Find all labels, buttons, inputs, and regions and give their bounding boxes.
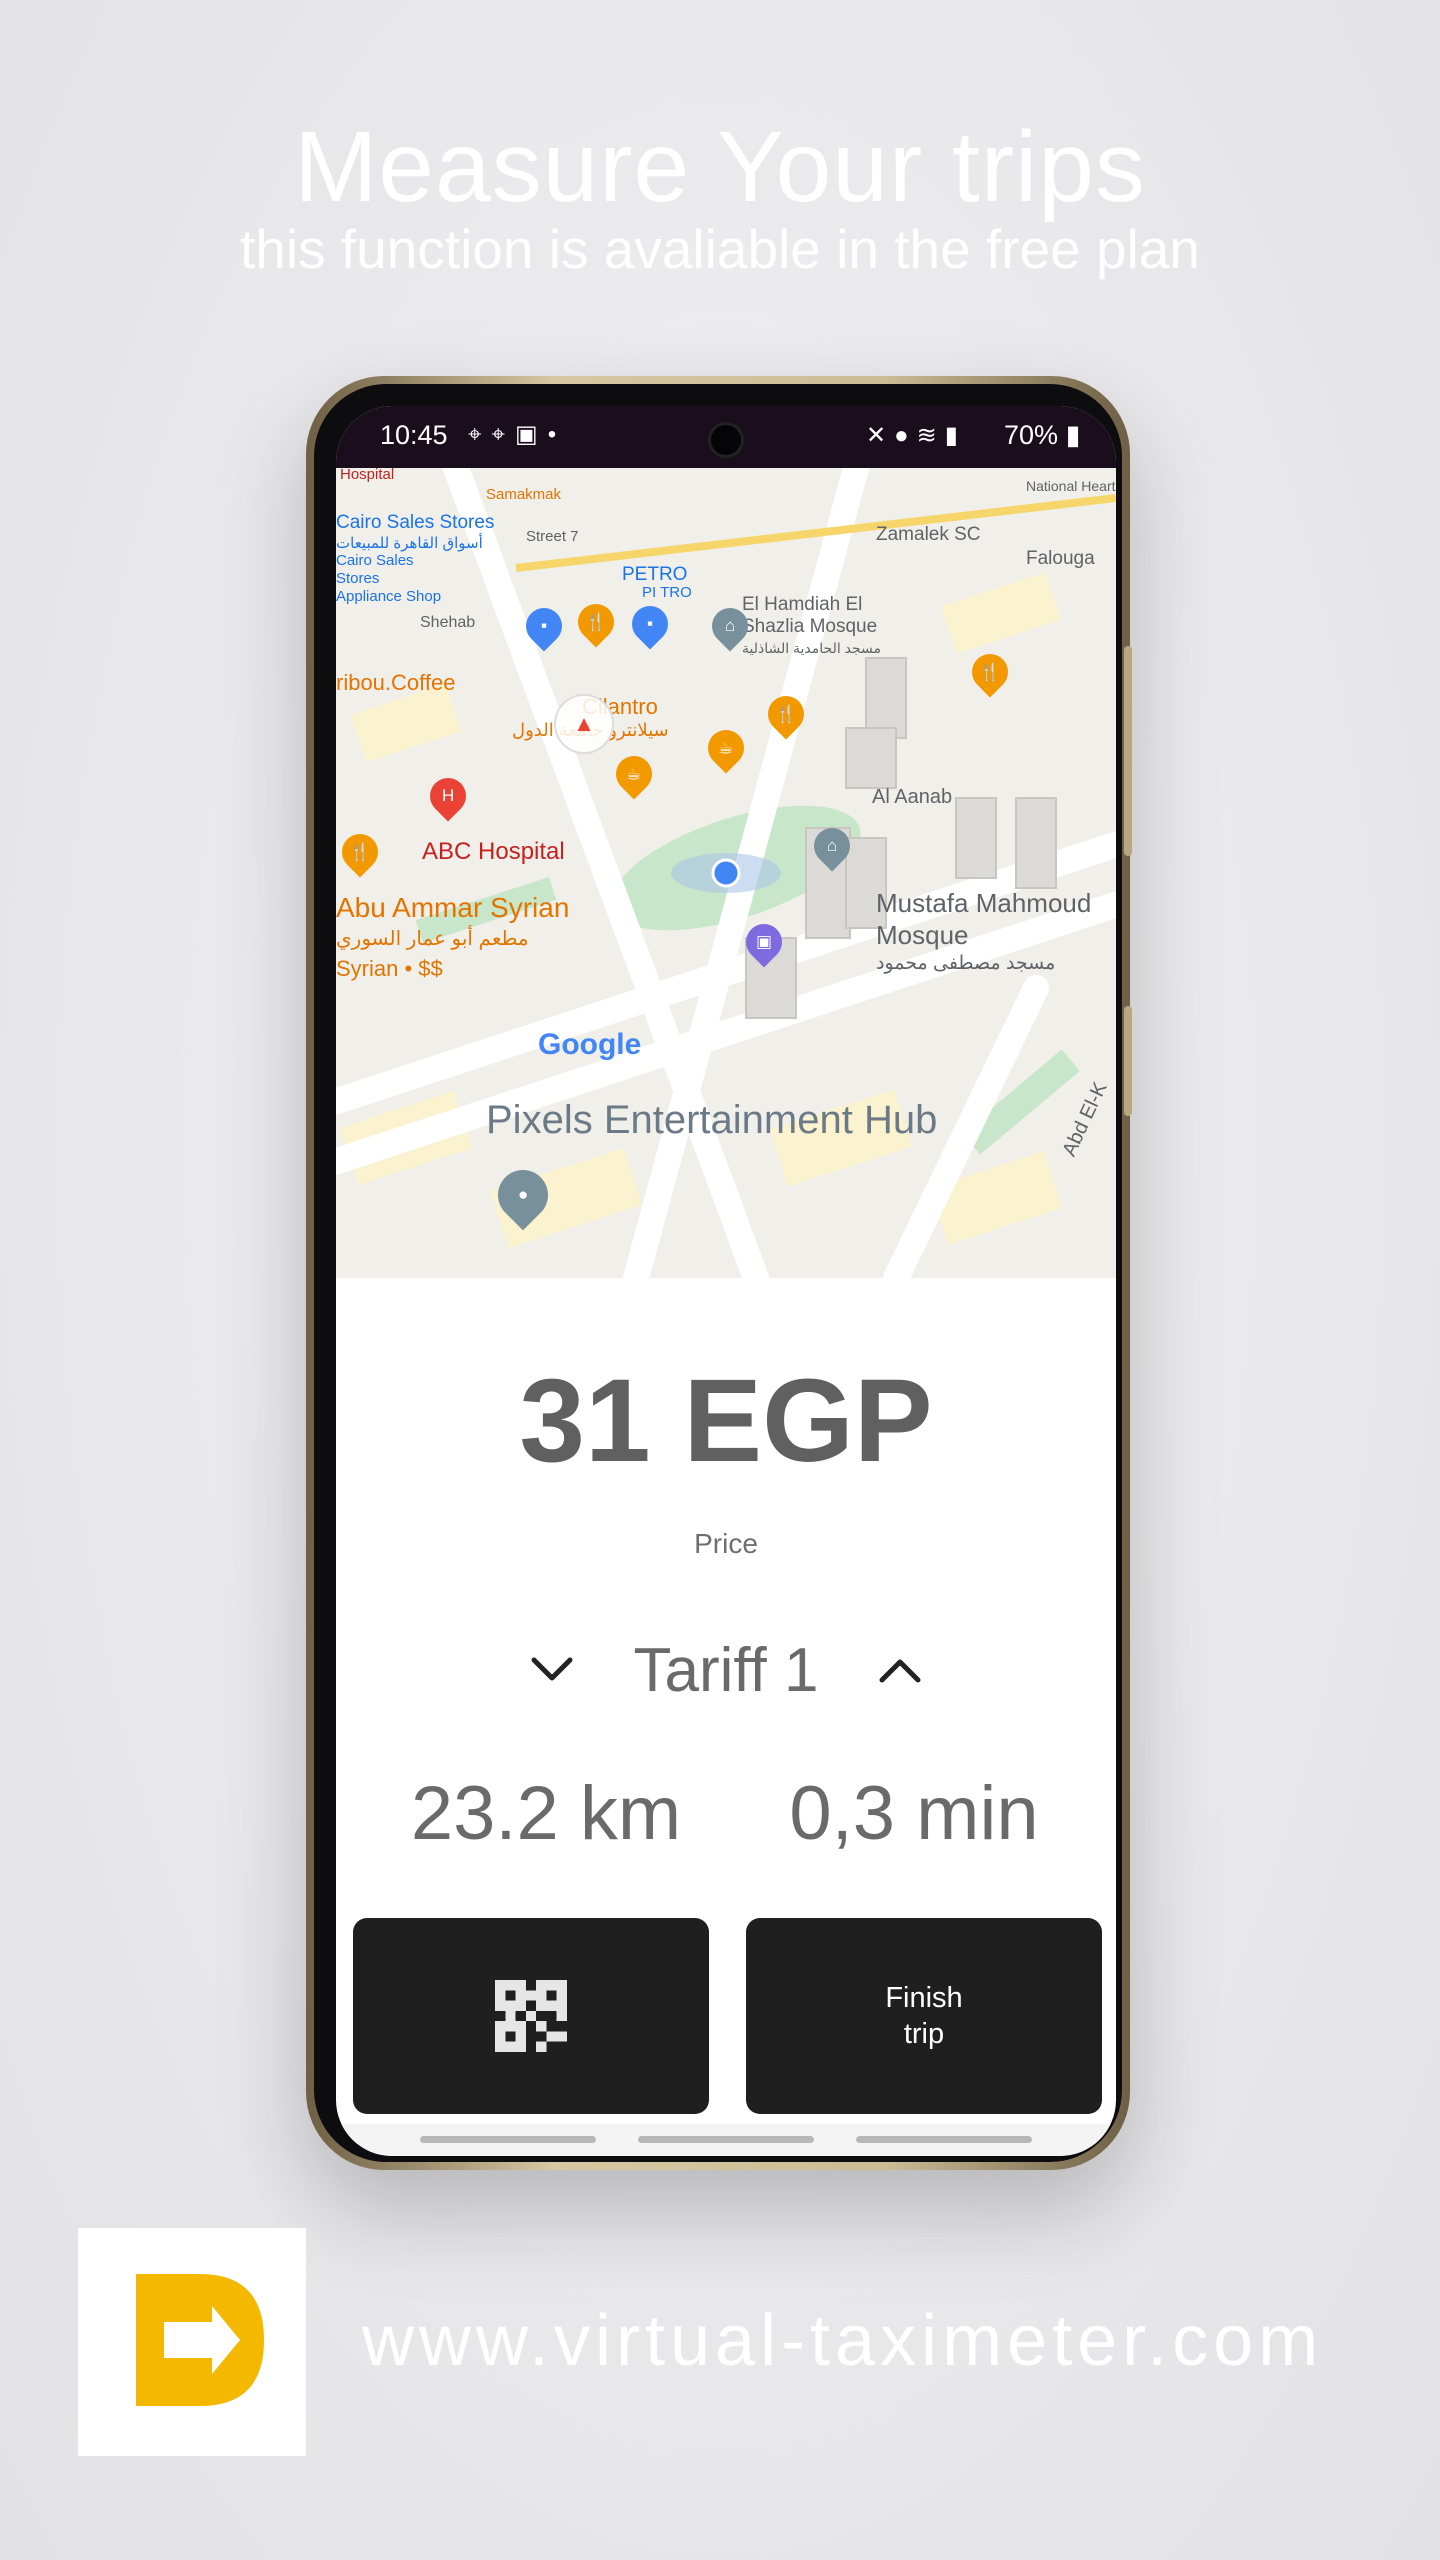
chevron-down-icon[interactable] — [522, 1640, 582, 1700]
finish-trip-button[interactable]: Finish trip — [746, 1918, 1102, 2114]
map-label: PI TRO — [642, 584, 692, 601]
wifi-icon: ≋ — [916, 422, 945, 449]
map-label: Syrian • $$ — [336, 956, 443, 981]
map-label: National Heart — [1026, 478, 1116, 494]
map-label: Shehab — [420, 614, 476, 631]
mute-icon: ✕ — [866, 422, 895, 449]
nav-back-button[interactable] — [856, 2136, 1032, 2143]
app-logo — [78, 2228, 306, 2456]
status-bar: 10:45 ⌖⌖▣• ✕●≋▮ 70% ▮ — [336, 406, 1116, 468]
website-url[interactable]: www.virtual-taximeter.com — [362, 2300, 1323, 2382]
tariff-label: Tariff 1 — [633, 1636, 819, 1705]
map-label: Zamalek SC — [876, 524, 981, 545]
phone-frame: 10:45 ⌖⌖▣• ✕●≋▮ 70% ▮ Hospital National … — [306, 376, 1132, 2170]
status-right-icons: ✕●≋▮ — [866, 421, 966, 450]
map-label: Pixels Entertainment Hub — [486, 1098, 938, 1142]
map-label: Shazlia Mosque — [742, 616, 878, 637]
power-button — [1124, 646, 1132, 856]
nav-recent-button[interactable] — [420, 2136, 596, 2143]
map-label: Mosque — [876, 920, 969, 950]
promo-headline: Measure Your trips — [294, 111, 1146, 223]
map-label: Al Aanab — [872, 786, 953, 808]
promo-subline: this function is avaliable in the free p… — [239, 218, 1201, 280]
map-label: Samakmak — [486, 486, 562, 503]
tariff-selector: Tariff 1 — [336, 1626, 1116, 1716]
battery-indicator: 70% ▮ — [1004, 420, 1080, 451]
dot-icon: • — [547, 421, 567, 448]
status-left-icons: ⌖⌖▣• — [468, 420, 566, 449]
location-icon: ● — [894, 422, 917, 449]
map-label: Abu Ammar Syrian — [336, 892, 570, 923]
map-label: PETRO — [622, 564, 688, 585]
map-label: Hospital — [340, 468, 395, 483]
location-pin-icon: ⌖ — [491, 421, 516, 448]
gallery-icon: ▣ — [515, 421, 548, 448]
map-label: ABC Hospital — [422, 838, 565, 865]
distance-value: 23.2 km — [410, 1771, 682, 1856]
phone-screen: 10:45 ⌖⌖▣• ✕●≋▮ 70% ▮ Hospital National … — [336, 406, 1116, 2156]
chevron-up-icon[interactable] — [870, 1640, 930, 1700]
status-time: 10:45 — [380, 420, 448, 450]
android-nav-bar — [336, 2124, 1116, 2156]
nav-home-button[interactable] — [638, 2136, 814, 2143]
map-label: مطعم أبو عمار السوري — [336, 928, 529, 950]
compass-icon[interactable]: ▲ — [554, 694, 614, 754]
price-value: 31 EGP — [519, 1355, 933, 1487]
map-view[interactable]: Hospital National Heart Cairo Sales Stor… — [336, 468, 1116, 1278]
qr-code-icon — [495, 1980, 567, 2052]
map-label: ribou.Coffee — [336, 670, 456, 695]
volume-button — [1124, 1006, 1132, 1116]
app-logo-icon — [136, 2274, 264, 2406]
signal-icon: ▮ — [944, 422, 966, 449]
map-label: Cairo Sales Stores — [336, 512, 495, 533]
duration-value: 0,3 min — [789, 1771, 1039, 1856]
map-label: Falouga — [1026, 548, 1095, 569]
map-label: مسجد مصطفى محمود — [876, 953, 1056, 974]
battery-icon: ▮ — [1065, 420, 1081, 450]
map-label: أسواق القاهرة للمبيعات — [336, 535, 483, 552]
map-label: Cairo Sales Stores Appliance Shop — [336, 552, 442, 605]
google-logo: Google — [538, 1028, 642, 1061]
map-label: مسجد الحامدية الشاذلية — [742, 640, 882, 656]
map-label: Mustafa Mahmoud — [876, 888, 1092, 918]
location-pin-icon: ⌖ — [468, 421, 492, 448]
battery-percent: 70% — [1004, 420, 1059, 450]
qr-code-button[interactable] — [353, 1918, 709, 2114]
map-label: El Hamdiah El — [742, 594, 863, 615]
map-label: Street 7 — [526, 528, 579, 545]
price-label: Price — [694, 1528, 758, 1559]
map-base — [336, 468, 1116, 1278]
front-camera — [708, 422, 744, 458]
